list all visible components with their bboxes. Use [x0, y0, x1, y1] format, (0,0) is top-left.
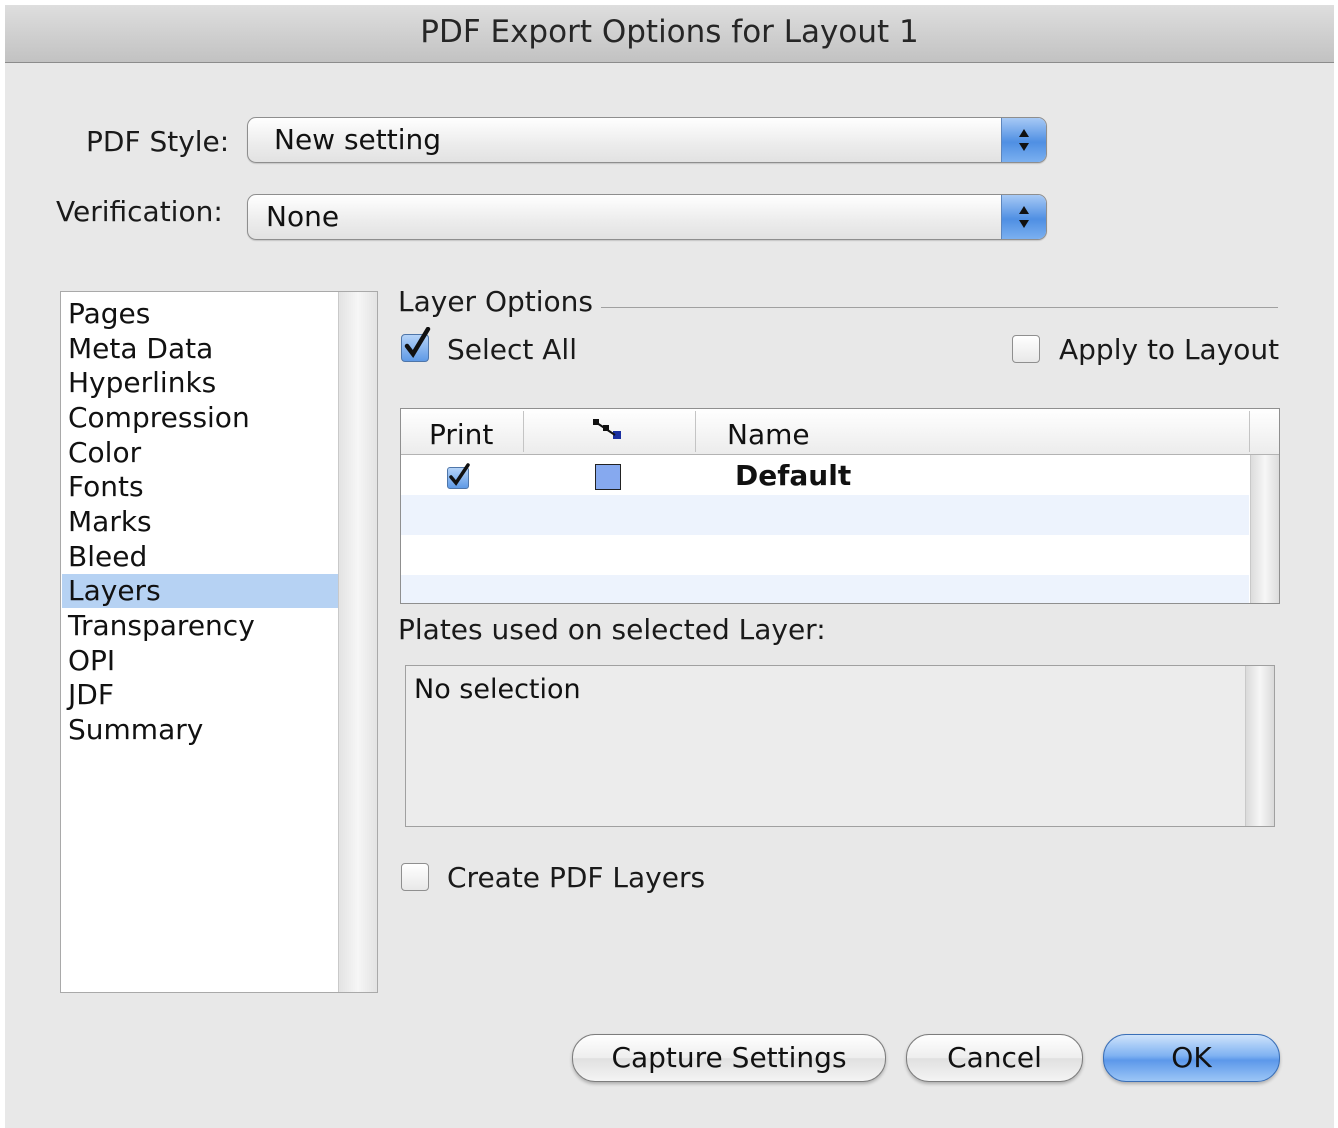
- layer-options-title: Layer Options: [398, 285, 594, 318]
- column-separator: [1249, 411, 1250, 452]
- verification-value: None: [266, 200, 340, 233]
- create-pdf-layers-label[interactable]: Create PDF Layers: [447, 861, 705, 894]
- window-title: PDF Export Options for Layout 1: [5, 5, 1334, 63]
- sidebar-item-layers[interactable]: Layers: [62, 574, 338, 608]
- sidebar-item-opi[interactable]: OPI: [62, 644, 338, 678]
- create-pdf-layers-checkbox[interactable]: [401, 863, 429, 891]
- column-separator: [523, 411, 524, 452]
- sidebar-item-color[interactable]: Color: [62, 436, 338, 470]
- popup-arrows-icon: [1001, 195, 1046, 239]
- popup-arrows-icon: [1001, 118, 1046, 162]
- column-name-header[interactable]: Name: [727, 409, 810, 454]
- select-all-label[interactable]: Select All: [447, 333, 577, 366]
- sidebar-item-compression[interactable]: Compression: [62, 401, 338, 435]
- table-row[interactable]: Default: [401, 455, 1249, 495]
- column-print-header[interactable]: Print: [429, 409, 493, 454]
- pdf-style-label: PDF Style:: [86, 125, 230, 158]
- verification-popup[interactable]: None: [247, 194, 1047, 240]
- sidebar-item-fonts[interactable]: Fonts: [62, 470, 338, 504]
- apply-to-layout-checkbox[interactable]: [1012, 335, 1040, 363]
- plates-label: Plates used on selected Layer:: [398, 613, 826, 646]
- table-scrollbar[interactable]: [1250, 455, 1279, 603]
- sidebar-item-pages[interactable]: Pages: [62, 297, 338, 331]
- sidebar-item-jdf[interactable]: JDF: [62, 678, 338, 712]
- sidebar-item-summary[interactable]: Summary: [62, 713, 338, 747]
- plates-text: No selection: [414, 674, 581, 705]
- sidebar-item-transparency[interactable]: Transparency: [62, 609, 338, 643]
- apply-to-layout-label[interactable]: Apply to Layout: [1059, 333, 1279, 366]
- column-separator: [695, 411, 696, 452]
- sidebar-item-marks[interactable]: Marks: [62, 505, 338, 539]
- table-row: [401, 535, 1249, 575]
- table-header: Print Name: [401, 409, 1279, 455]
- table-row: [401, 495, 1249, 535]
- ok-button[interactable]: OK: [1103, 1034, 1280, 1082]
- select-all-checkbox[interactable]: [401, 327, 431, 362]
- pdf-export-dialog: PDF Export Options for Layout 1 PDF Styl…: [5, 5, 1334, 1128]
- plates-scrollbar[interactable]: [1245, 666, 1274, 826]
- capture-settings-button[interactable]: Capture Settings: [572, 1034, 886, 1082]
- layer-color-swatch[interactable]: [595, 464, 621, 490]
- category-list[interactable]: Pages Meta Data Hyperlinks Compression C…: [60, 291, 378, 993]
- sidebar-scrollbar[interactable]: [338, 292, 377, 992]
- sidebar-item-hyperlinks[interactable]: Hyperlinks: [62, 366, 338, 400]
- cancel-button[interactable]: Cancel: [906, 1034, 1083, 1082]
- pdf-style-popup[interactable]: New setting: [247, 117, 1047, 163]
- print-checkbox[interactable]: [447, 463, 470, 489]
- checkmark-icon: [449, 463, 470, 486]
- verification-label: Verification:: [56, 195, 223, 228]
- sidebar-item-meta-data[interactable]: Meta Data: [62, 332, 338, 366]
- group-divider: [601, 307, 1278, 308]
- layer-name: Default: [735, 459, 852, 492]
- checkmark-icon: [404, 327, 431, 359]
- pdf-style-value: New setting: [274, 123, 442, 156]
- layer-icon[interactable]: [591, 409, 631, 454]
- table-row: [401, 575, 1249, 603]
- sidebar-item-bleed[interactable]: Bleed: [62, 540, 338, 574]
- plates-list: No selection: [405, 665, 1275, 827]
- layers-table: Print Name Default: [400, 408, 1280, 604]
